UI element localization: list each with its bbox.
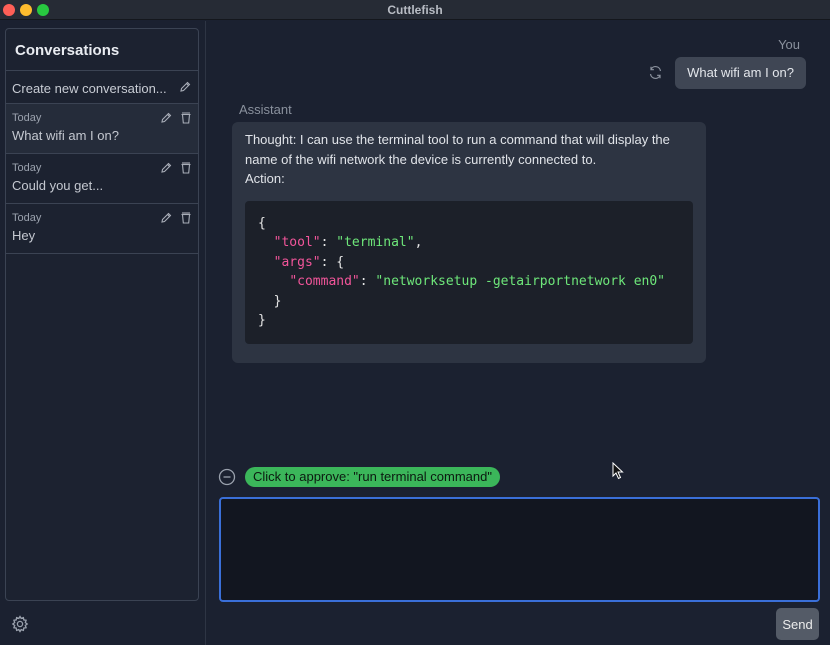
assistant-message-bubble: Thought: I can use the terminal tool to … — [232, 122, 706, 363]
trash-icon[interactable] — [180, 162, 192, 174]
code-line: "args": { — [273, 254, 345, 270]
minus-circle-icon[interactable] — [218, 468, 236, 486]
json-string: "networksetup -getairportnetwork en0" — [375, 274, 666, 290]
trash-icon[interactable] — [180, 112, 192, 124]
code-line: } — [258, 313, 266, 329]
user-label: You — [778, 37, 800, 52]
pencil-icon — [179, 81, 191, 93]
gear-icon[interactable] — [11, 615, 29, 633]
window-title: Cuttlefish — [387, 3, 443, 17]
json-key: "tool" — [273, 235, 321, 251]
code-line: "tool": "terminal", — [273, 235, 423, 251]
conversation-item[interactable]: Today What wifi am I on? — [6, 104, 198, 154]
sidebar: Conversations Create new conversation...… — [0, 21, 206, 645]
message-input[interactable] — [219, 497, 820, 602]
code-line: { — [258, 215, 266, 231]
code-line: "command": "networksetup -getairportnetw… — [289, 274, 666, 290]
chat-area: You What wifi am I on? Assistant Thought… — [207, 21, 830, 645]
user-message-bubble: What wifi am I on? — [675, 57, 806, 89]
approve-command-button[interactable]: Click to approve: "run terminal command" — [245, 467, 500, 487]
conversation-title: Hey — [12, 228, 36, 243]
conversation-title: What wifi am I on? — [12, 128, 119, 143]
thought-line: name of the wifi network the device is c… — [245, 151, 597, 167]
approval-row: Click to approve: "run terminal command" — [218, 467, 500, 487]
pencil-icon[interactable] — [160, 212, 172, 224]
assistant-label: Assistant — [239, 102, 292, 117]
json-key: "args" — [273, 254, 321, 270]
conversation-list-panel: Conversations Create new conversation...… — [5, 28, 199, 601]
cursor-icon — [612, 462, 624, 480]
trash-icon[interactable] — [180, 212, 192, 224]
pencil-icon[interactable] — [160, 112, 172, 124]
conversation-item[interactable]: Today Hey — [6, 204, 198, 254]
code-line: } — [258, 293, 282, 309]
send-button[interactable]: Send — [776, 608, 819, 640]
conversations-heading: Conversations — [6, 29, 198, 71]
json-string: "terminal" — [336, 235, 415, 251]
create-conversation-button[interactable]: Create new conversation... — [6, 71, 198, 104]
action-label: Action: — [245, 171, 285, 186]
thought-line: Thought: I can use the terminal tool to … — [245, 132, 670, 147]
title-bar: Cuttlefish — [0, 0, 830, 20]
create-conversation-label: Create new conversation... — [12, 81, 167, 96]
conversation-item[interactable]: Today Could you get... — [6, 154, 198, 204]
pencil-icon[interactable] — [160, 162, 172, 174]
action-code-block: { "tool": "terminal", "args": { "command… — [245, 200, 693, 344]
refresh-icon[interactable] — [648, 65, 663, 80]
assistant-thought: Thought: I can use the terminal tool to … — [245, 130, 693, 189]
json-key: "command" — [289, 274, 360, 290]
conversation-title: Could you get... — [12, 178, 104, 193]
